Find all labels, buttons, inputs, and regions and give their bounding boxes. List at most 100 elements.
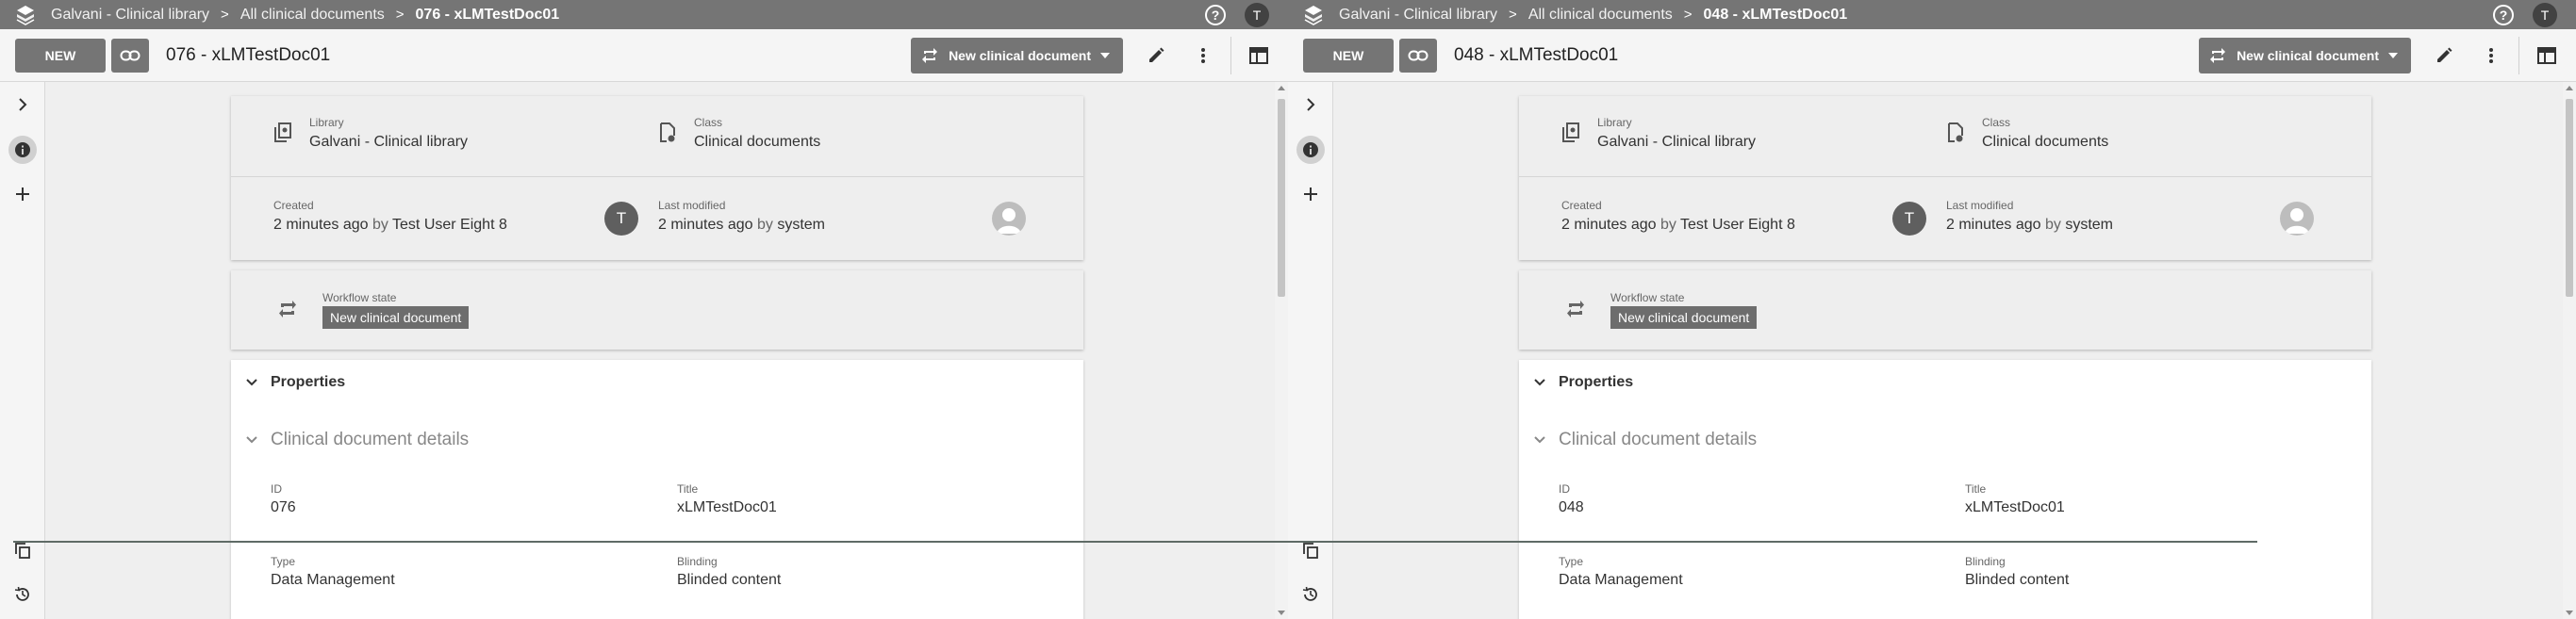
modified-label: Last modified [1946, 199, 2014, 212]
workflow-state-button[interactable]: New clinical document [911, 37, 1123, 73]
copy-link-button[interactable] [1399, 38, 1437, 73]
help-icon[interactable]: ? [1205, 4, 1226, 25]
document-content: Library Galvani - Clinical library Class… [45, 82, 1275, 619]
content-scrollbar[interactable] [2563, 82, 2576, 619]
title-value: xLMTestDoc01 [1965, 499, 2065, 515]
info-icon[interactable] [8, 136, 37, 164]
scroll-up-icon[interactable] [2566, 86, 2573, 90]
user-avatar[interactable]: T [1245, 2, 1269, 27]
metadata-card: Library Galvani - Clinical library Class… [1519, 96, 2371, 260]
library-value: Galvani - Clinical library [309, 134, 469, 150]
properties-header[interactable]: Properties [1559, 374, 1633, 391]
more-options-button[interactable] [1180, 37, 1227, 74]
help-icon[interactable]: ? [2493, 4, 2514, 25]
title-value: xLMTestDoc01 [677, 499, 777, 515]
history-icon[interactable] [11, 583, 34, 606]
created-value: 2 minutes ago by Test User Eight 8 [273, 217, 507, 233]
document-title: 048 - xLMTestDoc01 [1454, 44, 1619, 65]
blinding-value: Blinded content [677, 572, 782, 588]
title-label: Title [1965, 482, 1987, 496]
scroll-down-icon[interactable] [1278, 611, 1285, 615]
workflow-card: Workflow state New clinical document [231, 270, 1083, 350]
creator-avatar[interactable]: T [604, 202, 638, 236]
workflow-state-badge: New clinical document [1610, 306, 1758, 329]
side-rail [1288, 82, 1333, 619]
scrollbar-thumb[interactable] [1278, 99, 1285, 297]
section-header[interactable]: Clinical document details [1559, 430, 1757, 450]
modified-value: 2 minutes ago by system [658, 217, 825, 233]
breadcrumb-collection[interactable]: All clinical documents [240, 7, 385, 24]
type-label: Type [1559, 555, 1584, 568]
app-bar: Galvani - Clinical library > All clinica… [1288, 0, 2576, 29]
class-label: Class [694, 116, 723, 129]
properties-header[interactable]: Properties [271, 374, 345, 391]
app-logo-icon[interactable] [1288, 0, 1339, 29]
breadcrumb-collection[interactable]: All clinical documents [1528, 7, 1673, 24]
class-label: Class [1982, 116, 2011, 129]
add-icon[interactable] [11, 183, 34, 205]
workflow-state-button[interactable]: New clinical document [2199, 37, 2411, 73]
content-scrollbar[interactable] [1275, 82, 1288, 619]
user-avatar[interactable]: T [2533, 2, 2557, 27]
workflow-state-label: Workflow state [322, 291, 397, 304]
modified-label: Last modified [658, 199, 726, 212]
modifier-avatar-icon[interactable] [992, 202, 1026, 236]
metadata-card: Library Galvani - Clinical library Class… [231, 96, 1083, 260]
expand-panel-icon[interactable] [11, 93, 34, 116]
id-value: 076 [271, 499, 296, 515]
left-pane: Galvani - Clinical library > All clinica… [0, 0, 1288, 619]
scroll-up-icon[interactable] [1278, 86, 1285, 90]
pencil-icon [1149, 47, 1164, 62]
info-icon[interactable] [1296, 136, 1325, 164]
history-icon[interactable] [1299, 583, 1322, 606]
chevron-down-icon [1534, 379, 1545, 386]
add-icon[interactable] [1299, 183, 1322, 205]
toolbar-divider [2518, 36, 2519, 74]
layout-toggle-button[interactable] [1235, 37, 1282, 74]
scroll-down-icon[interactable] [2566, 611, 2573, 615]
right-pane: Galvani - Clinical library > All clinica… [1288, 0, 2576, 619]
side-rail [0, 82, 45, 619]
breadcrumb-separator-icon: > [221, 7, 229, 23]
expand-panel-icon[interactable] [1299, 93, 1322, 116]
library-label: Library [309, 116, 344, 129]
more-vertical-icon [2489, 47, 2493, 63]
chevron-down-icon [1534, 436, 1545, 444]
workflow-state-badge: New clinical document [322, 306, 470, 329]
section-header[interactable]: Clinical document details [271, 430, 469, 450]
class-icon [660, 122, 675, 142]
scrollbar-thumb[interactable] [2566, 99, 2573, 297]
type-label: Type [271, 555, 296, 568]
modifier-avatar-icon[interactable] [2280, 202, 2314, 236]
edit-button[interactable] [2420, 37, 2468, 74]
edit-button[interactable] [1132, 37, 1180, 74]
blinding-label: Blinding [677, 555, 718, 568]
creator-avatar[interactable]: T [1892, 202, 1926, 236]
created-label: Created [1561, 199, 1602, 212]
more-options-button[interactable] [2468, 37, 2515, 74]
workflow-state-button-label: New clinical document [949, 47, 1091, 63]
workflow-state-label: Workflow state [1610, 291, 1685, 304]
workflow-sync-icon [922, 47, 938, 63]
screen: Galvani - Clinical library > All clinica… [0, 0, 2576, 619]
new-button[interactable]: NEW [1303, 38, 1394, 73]
copy-link-button[interactable] [111, 38, 149, 73]
layout-panel-icon [2537, 46, 2556, 64]
breadcrumb-current-document: 076 - xLMTestDoc01 [415, 6, 560, 23]
breadcrumb-library[interactable]: Galvani - Clinical library [51, 7, 209, 24]
layout-toggle-button[interactable] [2523, 37, 2570, 74]
id-label: ID [1559, 482, 1570, 496]
chevron-down-icon [246, 379, 257, 386]
id-label: ID [271, 482, 282, 496]
breadcrumb-separator-icon: > [1509, 7, 1517, 23]
workflow-state-button-label: New clinical document [2237, 47, 2379, 63]
library-icon [1562, 122, 1579, 142]
app-logo-icon[interactable] [0, 0, 51, 29]
library-value: Galvani - Clinical library [1597, 134, 1757, 150]
workflow-icon [279, 301, 296, 318]
created-label: Created [273, 199, 314, 212]
breadcrumb-library[interactable]: Galvani - Clinical library [1339, 7, 1497, 24]
new-button[interactable]: NEW [15, 38, 106, 73]
breadcrumb-current-document: 048 - xLMTestDoc01 [1703, 6, 1848, 23]
more-vertical-icon [1201, 47, 1205, 63]
